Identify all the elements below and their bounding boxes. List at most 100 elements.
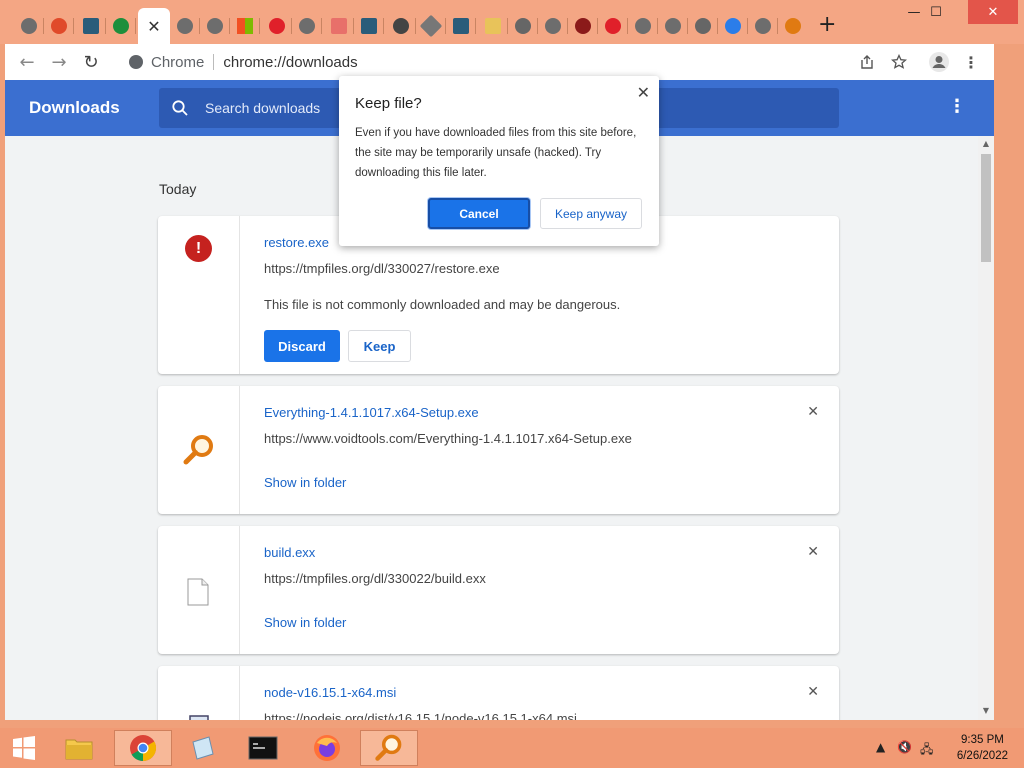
tab-globe[interactable] bbox=[748, 12, 778, 40]
close-icon[interactable]: ✕ bbox=[147, 17, 160, 36]
chrome-icon bbox=[130, 735, 157, 762]
system-clock[interactable]: 9:35 PM 6/26/2022 bbox=[957, 732, 1008, 764]
installer-icon bbox=[189, 715, 209, 720]
tab-globe[interactable] bbox=[386, 12, 416, 40]
file-name-link[interactable]: restore.exe bbox=[264, 235, 329, 250]
dialog-close-icon[interactable]: ✕ bbox=[637, 83, 650, 102]
file-name-link[interactable]: node-v16.15.1-x64.msi bbox=[264, 685, 396, 700]
sqlite-icon bbox=[361, 18, 377, 34]
file-icon-column: ! bbox=[158, 216, 240, 374]
show-hidden-icons[interactable]: ▲ bbox=[876, 740, 885, 754]
globe-icon bbox=[545, 18, 561, 34]
taskbar-firefox[interactable] bbox=[298, 730, 356, 766]
site-label: Chrome bbox=[151, 53, 205, 71]
window-close-button[interactable]: ✕ bbox=[968, 0, 1018, 24]
keep-file-dialog: Keep file? ✕ Even if you have downloaded… bbox=[339, 76, 659, 246]
address-bar[interactable]: Chrome chrome://downloads bbox=[117, 48, 857, 76]
remove-item-icon[interactable]: ✕ bbox=[807, 544, 819, 560]
tab-globe[interactable] bbox=[538, 12, 568, 40]
tab-cloud[interactable] bbox=[718, 12, 748, 40]
globe-icon bbox=[21, 18, 37, 34]
remove-item-icon[interactable]: ✕ bbox=[807, 684, 819, 700]
start-button[interactable] bbox=[0, 730, 48, 766]
tab-doc[interactable] bbox=[478, 12, 508, 40]
danger-warning: This file is not commonly downloaded and… bbox=[264, 297, 621, 312]
dialog-message: Even if you have downloaded files from t… bbox=[355, 127, 637, 179]
sqlite-icon bbox=[453, 18, 469, 34]
scroll-down-icon[interactable]: ▼ bbox=[981, 706, 991, 716]
tab-everything[interactable] bbox=[778, 12, 808, 40]
new-tab-button[interactable]: + bbox=[818, 14, 836, 36]
n-icon bbox=[113, 18, 129, 34]
share-icon[interactable] bbox=[855, 50, 879, 74]
tab-globe[interactable] bbox=[658, 12, 688, 40]
tab-gear[interactable] bbox=[508, 12, 538, 40]
file-name-link[interactable]: Everything-1.4.1.1017.x64-Setup.exe bbox=[264, 405, 479, 420]
dialog-title: Keep file? bbox=[355, 95, 422, 112]
discard-button[interactable]: Discard bbox=[264, 330, 340, 362]
tab-globe[interactable] bbox=[170, 12, 200, 40]
taskbar-notepad[interactable] bbox=[174, 730, 232, 766]
profile-avatar-icon[interactable] bbox=[927, 50, 951, 74]
bookmark-star-icon[interactable] bbox=[887, 50, 911, 74]
speaker-muted-icon[interactable]: 🔇 bbox=[897, 740, 912, 754]
back-button[interactable]: ← bbox=[15, 50, 39, 74]
tab-sqlite[interactable] bbox=[446, 12, 476, 40]
taskbar-chrome[interactable] bbox=[114, 730, 172, 766]
reload-button[interactable]: ↻ bbox=[79, 50, 103, 74]
tab-windows[interactable] bbox=[230, 12, 260, 40]
file-icon bbox=[187, 578, 209, 606]
taskbar-everything[interactable] bbox=[360, 730, 418, 766]
tab-active[interactable]: ✕ bbox=[138, 8, 170, 44]
diamond-icon bbox=[419, 14, 443, 38]
keep-anyway-button[interactable]: Keep anyway bbox=[540, 198, 642, 229]
tab-strip: ✕ + — ☐ ✕ bbox=[0, 0, 1024, 44]
tab-gear[interactable] bbox=[688, 12, 718, 40]
tab-n[interactable] bbox=[106, 12, 136, 40]
cancel-button[interactable]: Cancel bbox=[428, 198, 530, 229]
scroll-thumb[interactable] bbox=[981, 154, 991, 262]
file-name-link[interactable]: build.exx bbox=[264, 545, 315, 560]
tab-bolt[interactable] bbox=[44, 12, 74, 40]
magnifier-icon bbox=[785, 18, 801, 34]
keep-button[interactable]: Keep bbox=[348, 330, 411, 362]
chrome-site-icon bbox=[129, 55, 143, 69]
tab-opera[interactable] bbox=[598, 12, 628, 40]
tab-globe[interactable] bbox=[292, 12, 322, 40]
scroll-up-icon[interactable]: ▲ bbox=[981, 139, 991, 149]
clock-time: 9:35 PM bbox=[961, 734, 1004, 746]
taskbar-terminal[interactable] bbox=[234, 730, 292, 766]
tab-globe[interactable] bbox=[14, 12, 44, 40]
show-in-folder-link[interactable]: Show in folder bbox=[264, 615, 346, 630]
browser-menu-icon[interactable]: ⋮ bbox=[959, 50, 983, 74]
tab-globe[interactable] bbox=[628, 12, 658, 40]
section-heading-today: Today bbox=[159, 181, 197, 197]
tab-sqlite[interactable] bbox=[354, 12, 384, 40]
file-url: https://www.voidtools.com/Everything-1.4… bbox=[264, 431, 632, 446]
maximize-button[interactable]: ☐ bbox=[914, 0, 958, 24]
forward-button[interactable]: → bbox=[47, 50, 71, 74]
downloads-menu-icon[interactable]: ⋮ bbox=[948, 96, 966, 117]
tab-globe[interactable] bbox=[200, 12, 230, 40]
magnifier-icon bbox=[183, 435, 213, 465]
url-text: chrome://downloads bbox=[223, 53, 358, 71]
taskbar-file-explorer[interactable] bbox=[50, 730, 108, 766]
globe-icon bbox=[755, 18, 771, 34]
tab-sqlite[interactable] bbox=[76, 12, 106, 40]
document-icon bbox=[485, 18, 501, 34]
tab-diamond[interactable] bbox=[416, 12, 446, 40]
terminal-icon bbox=[248, 736, 278, 760]
tab-red[interactable] bbox=[324, 12, 354, 40]
remove-item-icon[interactable]: ✕ bbox=[807, 404, 819, 420]
download-item: build.exx https://tmpfiles.org/dl/330022… bbox=[158, 526, 839, 654]
tab-darkred[interactable] bbox=[568, 12, 598, 40]
tab-opera[interactable] bbox=[262, 12, 292, 40]
globe-icon bbox=[207, 18, 223, 34]
network-icon[interactable]: 🖧 bbox=[920, 740, 933, 761]
notepad-icon bbox=[192, 736, 214, 760]
page-scrollbar[interactable]: ▲ ▼ bbox=[978, 136, 994, 720]
red-square-icon bbox=[331, 18, 347, 34]
opera-icon bbox=[269, 18, 285, 34]
show-in-folder-link[interactable]: Show in folder bbox=[264, 475, 346, 490]
globe-icon bbox=[635, 18, 651, 34]
